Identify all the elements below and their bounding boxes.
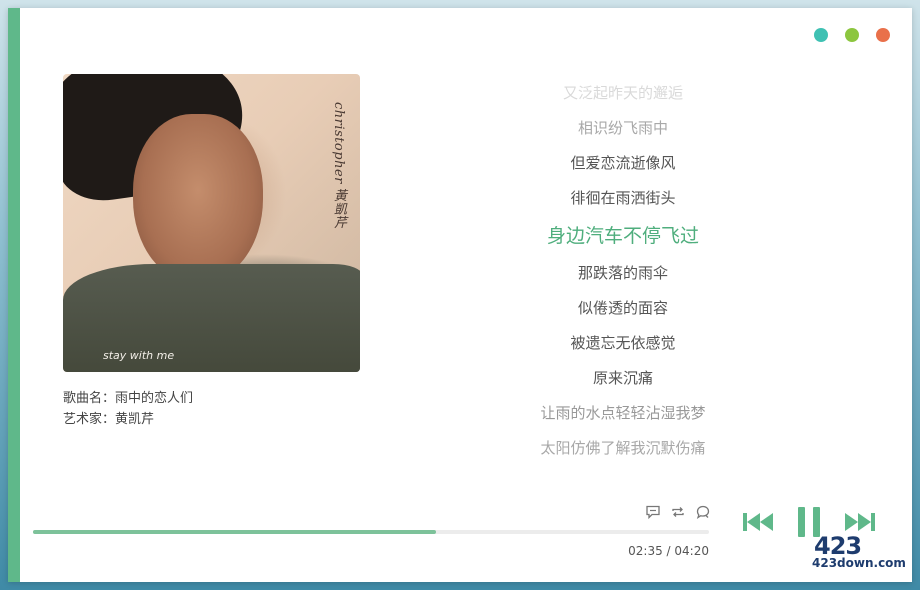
close-button[interactable] — [876, 28, 890, 42]
previous-icon — [743, 513, 773, 531]
album-cover-subtitle: stay with me — [103, 349, 175, 362]
window-controls — [814, 28, 890, 42]
lyric-line[interactable]: 原来沉痛 — [478, 361, 768, 396]
album-cover-title: christopher 黃凱芹 — [331, 102, 346, 229]
watermark-logo: 423 423down.com — [810, 532, 918, 576]
share-icon[interactable] — [694, 504, 711, 521]
lyrics-panel[interactable]: 又泛起昨天的邂逅 相识纷飞雨中 但爱恋流逝像风 徘徊在雨洒街头 身边汽车不停飞过 那跌落的… — [478, 76, 768, 476]
lyric-line-current[interactable]: 身边汽车不停飞过 — [478, 216, 768, 256]
song-info: 歌曲名：雨中的恋人们 艺术家：黄凯芹 — [63, 388, 193, 430]
maximize-button[interactable] — [845, 28, 859, 42]
progress-fill — [33, 530, 436, 534]
minimize-button[interactable] — [814, 28, 828, 42]
next-button[interactable] — [844, 511, 876, 533]
left-accent-bar — [8, 8, 20, 582]
lyric-line[interactable]: 但爱恋流逝像风 — [478, 146, 768, 181]
song-artist: 黄凯芹 — [115, 412, 155, 427]
next-icon — [845, 513, 875, 531]
elapsed-time: 02:35 — [628, 544, 663, 558]
lyric-line[interactable]: 徘徊在雨洒街头 — [478, 181, 768, 216]
total-time: 04:20 — [674, 544, 709, 558]
lyric-line[interactable]: 那跌落的雨伞 — [478, 256, 768, 291]
lyric-line[interactable]: 让雨的水点轻轻沾湿我梦 — [478, 396, 768, 431]
song-title: 雨中的恋人们 — [115, 391, 194, 406]
song-artist-label: 艺术家： — [63, 412, 116, 427]
player-window: christopher 黃凱芹 stay with me 歌曲名：雨中的恋人们 … — [8, 8, 912, 582]
time-separator: / — [662, 544, 675, 558]
album-cover: christopher 黃凱芹 stay with me — [63, 74, 360, 372]
progress-bar[interactable] — [33, 530, 709, 534]
lyric-line[interactable]: 相识纷飞雨中 — [478, 111, 768, 146]
song-title-label: 歌曲名： — [63, 391, 116, 406]
lyric-line[interactable]: 被遗忘无依感觉 — [478, 326, 768, 361]
action-icons — [644, 504, 711, 521]
lyric-line[interactable]: 太阳仿佛了解我沉默伤痛 — [478, 431, 768, 466]
watermark-bottom: 423down.com — [812, 556, 906, 570]
previous-button[interactable] — [742, 511, 774, 533]
comment-icon[interactable] — [644, 504, 661, 521]
lyric-line[interactable]: 又泛起昨天的邂逅 — [478, 76, 768, 111]
lyric-line[interactable]: 似倦透的面容 — [478, 291, 768, 326]
time-display: 02:35 / 04:20 — [628, 544, 709, 558]
repeat-icon[interactable] — [669, 504, 686, 521]
song-title-row: 歌曲名：雨中的恋人们 — [63, 388, 193, 409]
song-artist-row: 艺术家：黄凯芹 — [63, 409, 193, 430]
